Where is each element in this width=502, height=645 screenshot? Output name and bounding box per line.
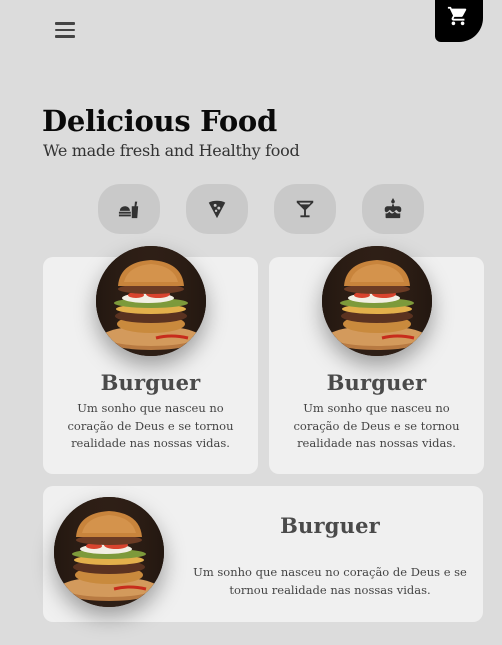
menu-button[interactable]	[50, 18, 80, 42]
product-title: Burguer	[280, 513, 380, 538]
hamburger-menu-icon	[55, 22, 75, 25]
category-desserts-button[interactable]	[362, 184, 424, 234]
fast-food-icon	[118, 201, 139, 219]
page-subtitle: We made fresh and Healthy food	[43, 141, 300, 160]
pizza-slice-icon	[208, 200, 226, 219]
product-card[interactable]: Burguer Um sonho que nasceu no coração d…	[269, 246, 484, 474]
product-title: Burguer	[100, 370, 201, 395]
product-description: Um sonho que nasceu no coração de Deus e…	[67, 401, 234, 450]
category-bar	[98, 184, 424, 234]
shopping-cart-icon	[447, 6, 467, 26]
product-title: Burguer	[326, 370, 427, 395]
product-description: Um sonho que nasceu no coração de Deus e…	[293, 401, 460, 450]
product-description: Um sonho que nasceu no coração de Deus e…	[193, 565, 467, 597]
burger-photo	[54, 497, 164, 607]
burger-photo	[322, 246, 432, 356]
category-fast-food-button[interactable]	[98, 184, 160, 234]
cocktail-glass-icon	[296, 200, 314, 218]
burger-photo	[96, 246, 206, 356]
cart-button[interactable]	[435, 0, 483, 42]
category-drinks-button[interactable]	[274, 184, 336, 234]
birthday-cake-icon	[384, 198, 402, 219]
page-title: Delicious Food	[42, 104, 277, 138]
category-pizza-button[interactable]	[186, 184, 248, 234]
product-card[interactable]: Burguer Um sonho que nasceu no coração d…	[43, 246, 258, 474]
product-card-wide[interactable]: Burguer Um sonho que nasceu no coração d…	[43, 486, 483, 622]
